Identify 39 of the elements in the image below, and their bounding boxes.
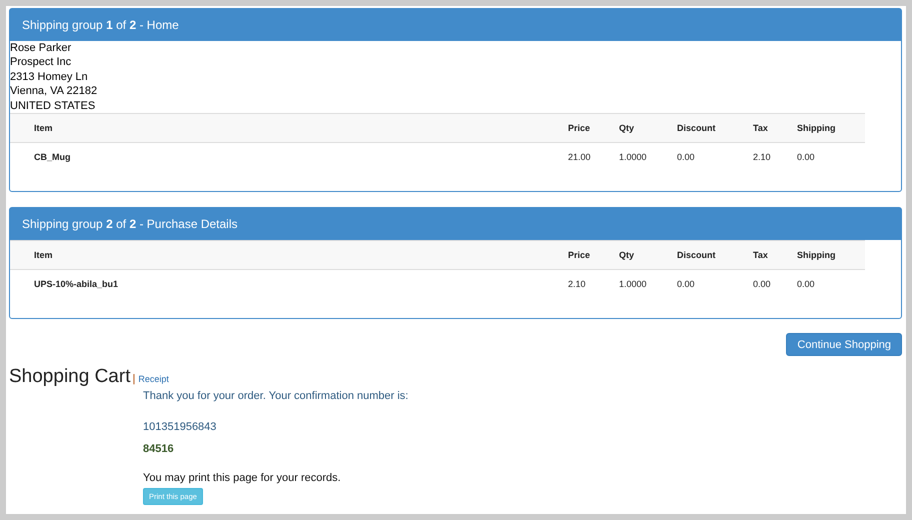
page-heading: Shopping Cart: [9, 366, 130, 388]
column-header: Discount: [677, 250, 717, 260]
column-header: Qty: [619, 123, 636, 134]
column-header: Qty: [619, 250, 636, 260]
address-line: Prospect Inc: [10, 55, 72, 70]
column-header: Item: [33, 250, 54, 260]
receipt-link[interactable]: Receipt: [138, 374, 169, 384]
table-cell-text: 2.10: [568, 279, 587, 290]
print-note: You may print this page for your records.: [143, 472, 341, 484]
table-cell-text: 1.0000: [619, 152, 648, 162]
separator: |: [132, 373, 136, 386]
table-cell-text: UPS-10%-abila_bu1: [33, 279, 120, 290]
column-header: Item: [33, 123, 54, 134]
address-line: 2313 Homey Ln: [10, 70, 89, 84]
column-header: Tax: [753, 123, 769, 134]
continue-shopping-button[interactable]: Continue Shopping: [786, 333, 902, 356]
column-header: Price: [568, 123, 592, 134]
column-header: Shipping: [797, 250, 836, 260]
table-cell-text: 0.00: [753, 279, 772, 290]
column-header: Shipping: [797, 123, 836, 134]
table-cell-text: CB_Mug: [33, 152, 72, 162]
thank-you-text: Thank you for your order. Your confirmation number is:: [143, 390, 408, 402]
address-line: UNITED STATES: [10, 98, 96, 114]
table-cell-text: 1.0000: [619, 279, 648, 290]
column-header: Discount: [677, 123, 717, 134]
column-header: Price: [568, 250, 592, 260]
table-cell-text: 0.00: [797, 279, 816, 290]
table-cell-text: 2.10: [753, 152, 772, 162]
table-cell-text: 21.00: [568, 152, 592, 162]
table-cell-text: 0.00: [677, 152, 696, 162]
column-header: Tax: [753, 250, 769, 260]
order-code: 84516: [143, 443, 174, 456]
panel-title: Shipping group 1 of 2 - Home: [10, 9, 901, 41]
confirmation-number: 101351956843: [143, 421, 216, 434]
table-cell-text: 0.00: [677, 279, 696, 290]
table-cell-text: 0.00: [797, 152, 816, 162]
panel-title: Shipping group 2 of 2 - Purchase Details: [10, 208, 901, 240]
address-line: Rose Parker: [10, 41, 72, 56]
address-line: Vienna, VA 22182: [10, 84, 98, 99]
